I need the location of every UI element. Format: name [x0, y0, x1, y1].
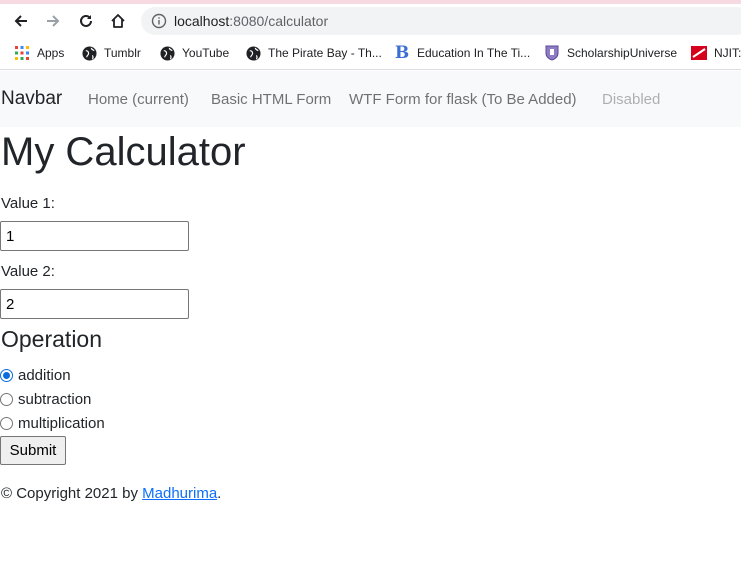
- value2-label: Value 2:: [1, 263, 55, 280]
- bookmark-tumblr[interactable]: Tumblr: [81, 43, 141, 63]
- home-icon: [111, 14, 125, 28]
- operation-addition[interactable]: addition: [0, 367, 71, 384]
- operation-subtraction[interactable]: subtraction: [0, 391, 91, 408]
- operation-multiplication[interactable]: multiplication: [0, 415, 105, 432]
- bookmark-youtube[interactable]: YouTube: [159, 43, 229, 63]
- bookmark-label: The Pirate Bay - Th...: [268, 46, 382, 60]
- browser-toolbar: localhost:8080/calculator: [0, 4, 741, 36]
- value1-label: Value 1:: [1, 195, 55, 212]
- reload-icon: [80, 14, 92, 27]
- page-title: My Calculator: [1, 130, 246, 174]
- subtraction-label: subtraction: [18, 391, 92, 408]
- site-navbar: Navbar Home (current) Basic HTML Form WT…: [0, 71, 741, 127]
- submit-button[interactable]: Submit: [0, 436, 66, 465]
- footer: © Copyright 2021 by Madhurima.: [1, 485, 221, 502]
- bookmark-label: Education In The Ti...: [417, 46, 531, 60]
- nav-link-wtf-form[interactable]: WTF Form for flask (To Be Added): [349, 91, 577, 108]
- bookmark-label: ScholarshipUniverse: [567, 46, 678, 60]
- globe-icon: [159, 45, 175, 61]
- bookmark-apps[interactable]: Apps: [14, 43, 64, 63]
- footer-author-link[interactable]: Madhurima: [142, 485, 217, 502]
- footer-period: .: [217, 485, 222, 502]
- apps-grid-icon: [14, 45, 30, 61]
- footer-copyright: © Copyright 2021 by: [1, 485, 143, 502]
- bold-b-icon: B: [394, 43, 410, 63]
- bookmarks-bar: Apps Tumblr YouTube The Pirate Bay - Th.…: [0, 36, 741, 70]
- multiplication-radio[interactable]: [0, 417, 13, 430]
- bookmark-education[interactable]: B Education In The Ti...: [394, 43, 530, 63]
- bookmark-pirate-bay[interactable]: The Pirate Bay - Th...: [245, 43, 382, 63]
- home-button[interactable]: [105, 8, 131, 34]
- address-url: localhost:8080/calculator: [174, 13, 328, 29]
- bookmark-njit[interactable]: NJIT:: [691, 43, 741, 63]
- back-arrow-icon: [14, 15, 27, 27]
- multiplication-label: multiplication: [18, 415, 105, 432]
- operation-heading: Operation: [1, 326, 103, 352]
- njit-flag-icon: [691, 45, 707, 61]
- globe-icon: [245, 45, 261, 61]
- bookmark-scholarship[interactable]: ScholarshipUniverse: [544, 43, 677, 63]
- subtraction-radio[interactable]: [0, 393, 13, 406]
- url-host: localhost: [174, 13, 230, 29]
- addition-radio[interactable]: [0, 369, 13, 382]
- nav-link-disabled: Disabled: [602, 91, 661, 108]
- shield-crest-icon: [544, 45, 560, 61]
- globe-icon: [81, 45, 97, 61]
- forward-arrow-icon: [47, 15, 60, 27]
- url-path: :8080/calculator: [229, 13, 329, 29]
- address-bar[interactable]: localhost:8080/calculator: [141, 7, 741, 35]
- bookmark-label: Apps: [37, 46, 65, 60]
- bookmark-label: Tumblr: [104, 46, 141, 60]
- bookmark-label: YouTube: [182, 46, 230, 60]
- bookmark-label: NJIT:: [714, 46, 741, 60]
- addition-label: addition: [18, 367, 71, 384]
- value1-input[interactable]: [0, 221, 189, 251]
- forward-button[interactable]: [40, 8, 66, 34]
- value2-input[interactable]: [0, 289, 189, 319]
- site-info-icon[interactable]: [151, 13, 167, 29]
- navbar-brand[interactable]: Navbar: [1, 88, 62, 110]
- reload-button[interactable]: [73, 8, 99, 34]
- nav-link-home[interactable]: Home (current): [88, 91, 189, 108]
- back-button[interactable]: [8, 8, 34, 34]
- nav-link-basic-form[interactable]: Basic HTML Form: [211, 91, 331, 108]
